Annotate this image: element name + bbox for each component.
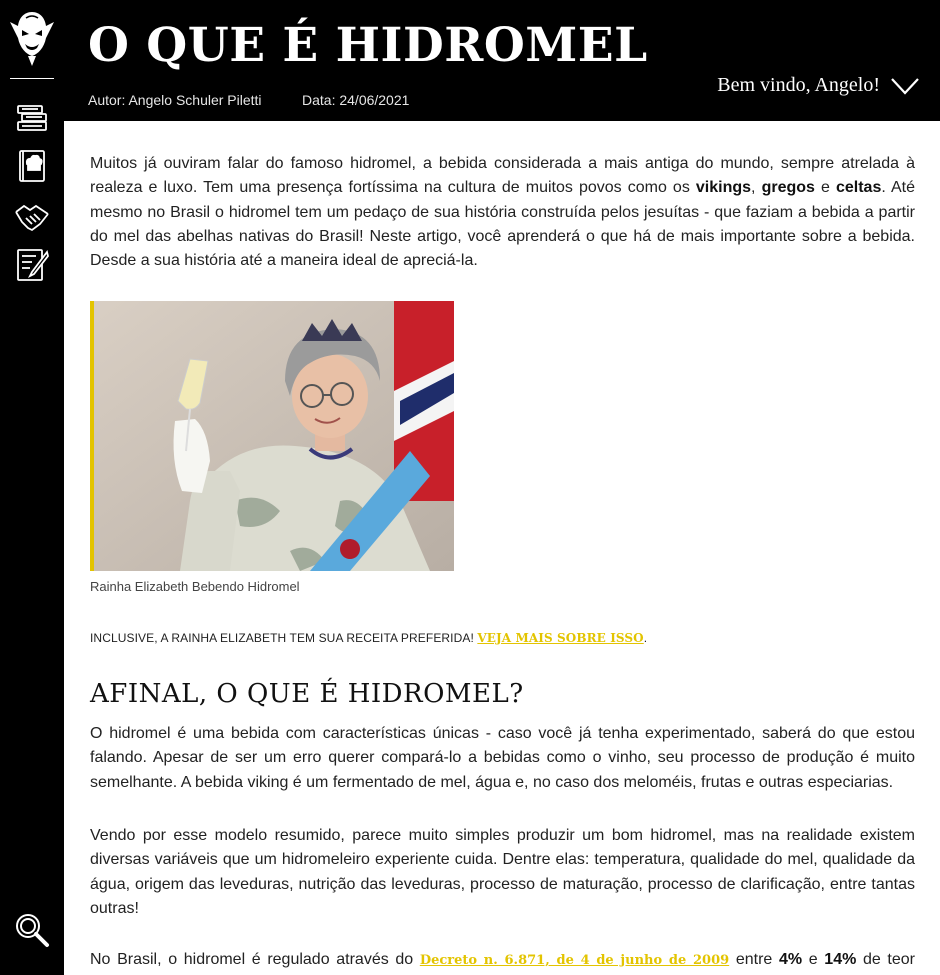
decree-link[interactable]: Decreto n. 6.871, de 4 de junho de 2009 (420, 953, 729, 968)
chevron-down-icon (891, 77, 919, 95)
queen-elizabeth-photo (90, 301, 454, 571)
goblin-logo-icon[interactable] (8, 8, 56, 68)
handshake-icon[interactable] (14, 198, 50, 234)
article-content: Muitos já ouviram falar do famoso hidrom… (64, 121, 940, 975)
body-paragraph-2: Vendo por esse modelo resumido, parece m… (90, 827, 915, 917)
chef-book-icon[interactable] (14, 148, 50, 184)
bold-celtas: celtas (835, 179, 882, 197)
article-date: Data: 24/06/2021 (302, 92, 410, 108)
bold-gregos: gregos (761, 179, 815, 197)
user-menu-button[interactable]: Bem vindo, Angelo! (717, 74, 920, 97)
page-title: O QUE É HIDROMEL (88, 18, 648, 73)
inclusive-note: INCLUSIVE, A RAINHA ELIZABETH TEM SUA RE… (90, 631, 648, 645)
image-caption: Rainha Elizabeth Bebendo Hidromel (90, 579, 300, 594)
body-paragraph-1: O hidromel é uma bebida com característi… (90, 725, 915, 791)
section-title: AFINAL, O QUE É HIDROMEL? (90, 679, 524, 709)
sidebar (0, 0, 64, 975)
notepad-quill-icon[interactable] (14, 246, 50, 282)
see-more-link[interactable]: VEJA MAIS SOBRE ISSO (477, 631, 643, 645)
books-stack-icon[interactable] (14, 100, 50, 136)
welcome-text: Bem vindo, Angelo! (717, 74, 880, 96)
body-paragraph-3: No Brasil, o hidromel é regulado através… (90, 951, 915, 968)
magnifier-icon[interactable] (14, 912, 50, 948)
page-header: O QUE É HIDROMEL Autor: Angelo Schuler P… (64, 0, 940, 121)
bold-vikings: vikings (695, 179, 752, 197)
sidebar-divider (10, 78, 54, 79)
intro-paragraph: Muitos já ouviram falar do famoso hidrom… (90, 155, 916, 270)
article-author: Autor: Angelo Schuler Piletti (88, 92, 262, 108)
